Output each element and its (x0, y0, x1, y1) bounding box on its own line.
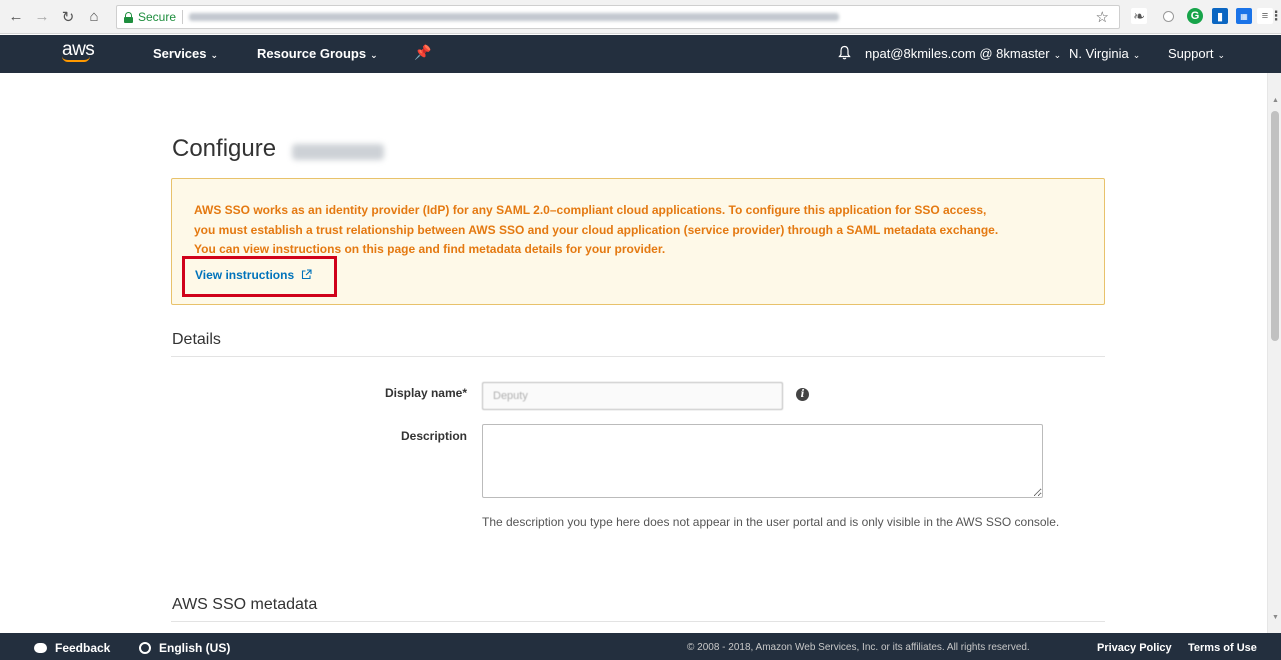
scroll-thumb[interactable] (1271, 111, 1279, 341)
page-title: Configure (172, 135, 277, 162)
url-text-blurred (189, 13, 840, 21)
extension-circle-icon[interactable] (1163, 11, 1174, 22)
info-icon[interactable]: i (796, 388, 809, 401)
address-bar[interactable]: Secure ☆ (116, 5, 1120, 29)
aws-top-nav: aws Services ⌄ Resource Groups ⌄ 📌 npat@8k… (0, 35, 1281, 73)
scroll-up-icon[interactable]: ▲ (1272, 97, 1279, 104)
extension-evernote-icon[interactable]: ❧ (1131, 8, 1147, 24)
back-icon[interactable]: ← (6, 7, 26, 27)
region-menu[interactable]: N. Virginia ⌄ (1069, 46, 1140, 61)
chevron-down-icon: ⌄ (210, 50, 219, 60)
alert-message: AWS SSO works as an identity provider (I… (194, 203, 999, 256)
description-help-text: The description you type here does not a… (482, 515, 1060, 529)
speech-bubble-icon (34, 643, 47, 653)
metadata-divider (171, 621, 1105, 622)
secure-label: Secure (138, 10, 177, 24)
chevron-down-icon: ⌄ (370, 50, 378, 60)
info-alert: AWS SSO works as an identity provider (I… (171, 178, 1105, 305)
description-label: Description (400, 429, 467, 443)
app-name-blurred (292, 144, 384, 160)
browser-toolbar: ← → ↻ ⌂ Secure ☆ ❧ G ▮ ▦ ≡ ⋮ (0, 0, 1281, 34)
page-scrollbar[interactable]: ▲ ▼ (1267, 73, 1281, 633)
description-textarea[interactable] (482, 424, 1043, 498)
home-icon[interactable]: ⌂ (84, 7, 104, 27)
resource-groups-menu[interactable]: Resource Groups ⌄ (257, 46, 378, 61)
account-menu[interactable]: npat@8kmiles.com @ 8kmaster ⌄ (865, 46, 1061, 61)
terms-of-use-link[interactable]: Terms of Use (1188, 642, 1257, 654)
display-name-input[interactable] (482, 382, 783, 410)
star-icon[interactable]: ☆ (1096, 8, 1109, 26)
feedback-button[interactable]: Feedback (34, 641, 110, 655)
chevron-down-icon: ⌄ (1132, 50, 1141, 60)
forward-icon[interactable]: → (32, 7, 52, 27)
main-content: Configure AWS SSO works as an identity p… (0, 73, 1267, 633)
scroll-down-icon[interactable]: ▼ (1272, 614, 1279, 621)
chevron-down-icon: ⌄ (1217, 50, 1226, 60)
details-divider (171, 356, 1105, 357)
bell-icon[interactable] (838, 45, 851, 60)
menu-icon[interactable]: ⋮ (1270, 8, 1281, 24)
extension-trello-icon[interactable]: ▮ (1212, 8, 1228, 24)
extension-calendar-icon[interactable]: ▦ (1236, 8, 1252, 24)
view-instructions-link[interactable]: View instructions (195, 268, 313, 282)
metadata-heading: AWS SSO metadata (172, 596, 318, 613)
display-name-label: Display name* (384, 386, 467, 400)
language-selector[interactable]: English (US) (139, 641, 230, 655)
reload-icon[interactable]: ↻ (58, 7, 78, 27)
details-heading: Details (172, 331, 221, 348)
aws-logo[interactable]: aws (62, 40, 95, 62)
services-menu[interactable]: Services ⌄ (153, 46, 218, 61)
chevron-down-icon: ⌄ (1053, 50, 1062, 60)
pin-icon[interactable]: 📌 (414, 44, 431, 61)
extension-grammarly-icon[interactable]: G (1187, 8, 1203, 24)
globe-icon (139, 642, 151, 654)
copyright-text: © 2008 - 2018, Amazon Web Services, Inc.… (687, 642, 1030, 653)
external-link-icon (302, 269, 313, 280)
support-menu[interactable]: Support ⌄ (1168, 46, 1225, 61)
aws-footer: Feedback English (US) © 2008 - 2018, Ama… (0, 633, 1281, 660)
lock-icon (124, 11, 133, 23)
privacy-policy-link[interactable]: Privacy Policy (1097, 642, 1172, 654)
